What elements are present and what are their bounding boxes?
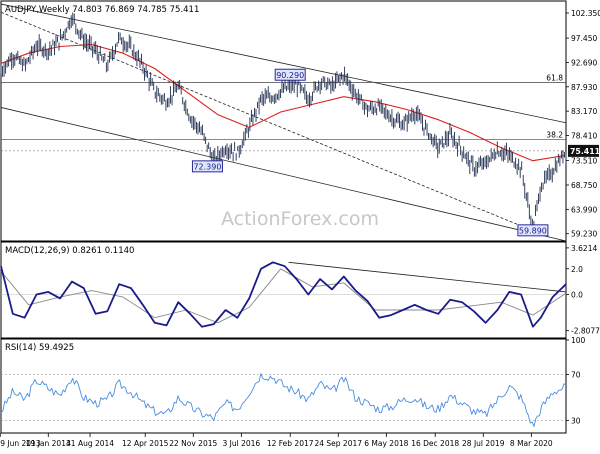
price-annotation-label: 90.290: [276, 71, 304, 80]
price-ytick-label: 83.170: [571, 107, 597, 116]
x-tick-label: 12 Apr 2015: [122, 439, 169, 448]
x-tick-label: 12 Feb 2017: [267, 439, 314, 448]
price-ytick-label: 102.350: [571, 9, 600, 18]
x-tick-label: 6 May 2018: [364, 439, 408, 448]
price-ytick-label: 97.450: [571, 34, 597, 43]
rsi-ytick-label: 100: [571, 336, 586, 345]
chart-root: AUDJPY,Weekly 74.803 76.869 74.785 75.41…: [0, 0, 600, 450]
channel-upper-line: [0, 3, 567, 124]
sma-line: [0, 43, 565, 162]
price-panel-frame: [0, 0, 567, 242]
chart-marks-layer: [0, 12, 567, 234]
price-annotation-label: 72.390: [193, 163, 221, 172]
price-annotation-label: 59.890: [519, 227, 547, 236]
price-ytick-label: 68.750: [571, 181, 597, 190]
x-tick-label: 22 Nov 2015: [169, 439, 217, 448]
x-tick-label: 24 Sep 2017: [314, 439, 362, 448]
price-ytick-label: 87.930: [571, 83, 597, 92]
rsi-header: RSI(14) 59.4925: [5, 343, 74, 353]
macd-ytick-label: 3.6214: [571, 244, 597, 253]
macd-signal-line: [0, 268, 567, 324]
price-ytick-label: 63.990: [571, 205, 597, 214]
macd-ytick-label: 0.0: [571, 291, 583, 300]
price-ytick-label: 73.510: [571, 157, 597, 166]
macd-ytick-label: 2.0: [571, 265, 583, 274]
x-tick-label: 31 Aug 2014: [66, 439, 114, 448]
x-tick-label: 28 Jul 2019: [462, 439, 505, 448]
last-price-label: 75.411: [570, 147, 600, 156]
x-tick-label: 16 Dec 2018: [411, 439, 459, 448]
watermark: ActionForex.com: [221, 208, 379, 230]
rsi-line: [0, 373, 567, 427]
macd-header: MACD(12,26,9) 0.8261 0.1140: [5, 246, 134, 256]
chart-svg: AUDJPY,Weekly 74.803 76.869 74.785 75.41…: [0, 0, 600, 448]
x-tick-label: 8 Mar 2020: [510, 439, 553, 448]
price-ytick-label: 92.690: [571, 58, 597, 67]
x-tick-label: 3 Jul 2016: [222, 439, 260, 448]
price-ytick-label: 78.410: [571, 132, 597, 141]
x-tick-label: 19 Jan 2014: [26, 439, 71, 448]
rsi-ytick-label: 70: [571, 371, 581, 380]
price-ytick-label: 59.230: [571, 230, 597, 239]
fib-level-label: 61.8: [546, 73, 563, 82]
macd-panel-frame: [0, 241, 567, 339]
rsi-ytick-label: 30: [571, 417, 581, 426]
fib-level-label: 38.2: [546, 131, 563, 140]
price-header: AUDJPY,Weekly 74.803 76.869 74.785 75.41…: [5, 5, 199, 15]
macd-ytick-label: -2.8077: [571, 327, 600, 336]
